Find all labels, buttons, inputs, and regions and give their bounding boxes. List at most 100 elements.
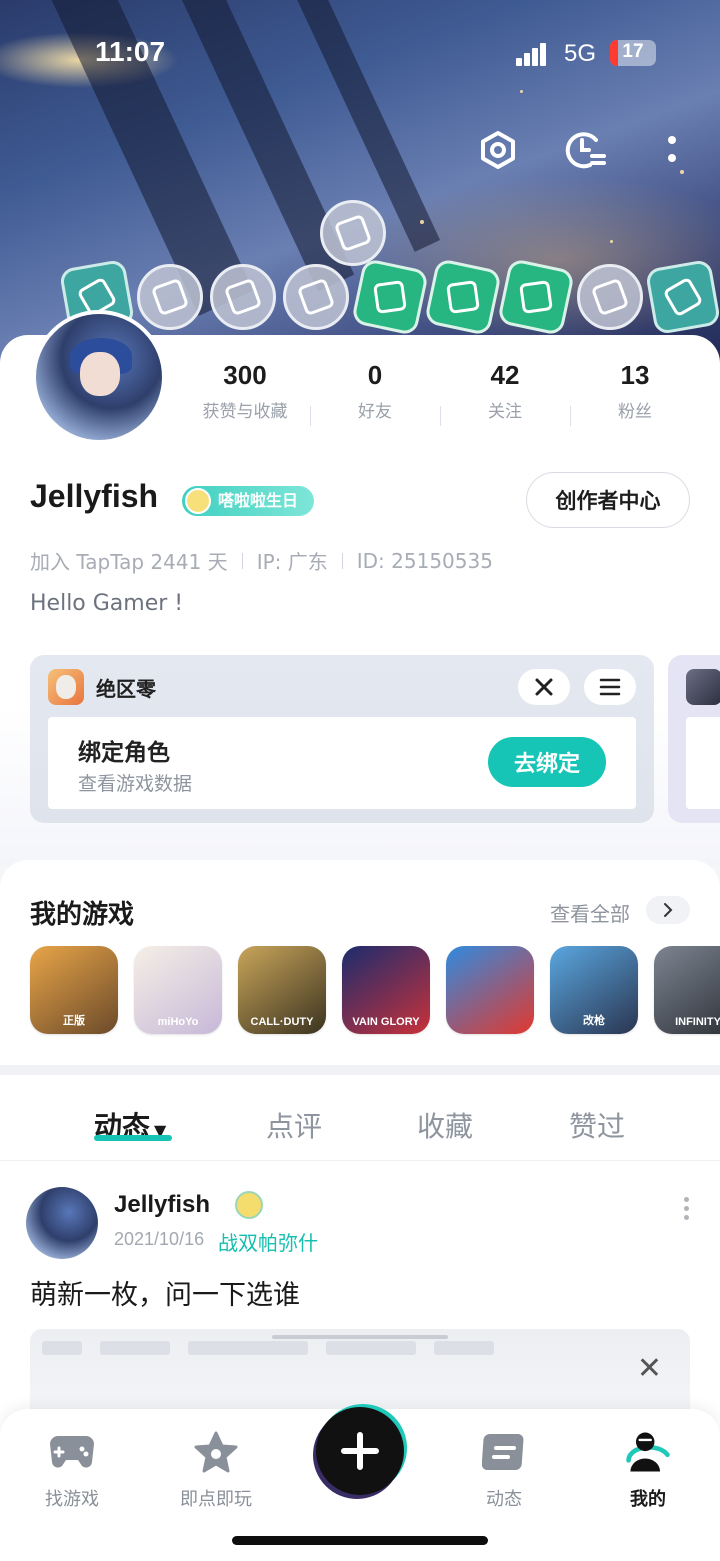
call-of-duty-game-icon[interactable]: CALL·DUTY (238, 946, 326, 1034)
create-post-button[interactable] (316, 1407, 404, 1495)
profile-name: Jellyfish (30, 478, 159, 514)
my-games-section: 我的游戏 查看全部 正版 miHoYo CALL·DUTY VAIN GLORY 改枪 I… (0, 860, 720, 1065)
tab-favorites[interactable]: 收藏 (417, 1105, 473, 1145)
badge-gray-1[interactable] (137, 264, 203, 330)
user-id[interactable]: ID: 25150535 (357, 549, 493, 573)
post-more-icon[interactable] (684, 1197, 692, 1221)
badge-green-1[interactable] (350, 257, 430, 337)
star-icon (191, 1427, 241, 1477)
status-bar: 11:07 5G 17 (0, 30, 720, 78)
battery-icon: 17 (610, 40, 656, 66)
stat-value: 13 (620, 360, 650, 390)
title-tag-icon (185, 488, 211, 514)
close-card-button[interactable] (518, 669, 570, 705)
bind-role-card: 绝区零 绑定角色 查看游戏数据 去绑定 (30, 655, 654, 823)
nav-feed[interactable]: 动态 (449, 1427, 559, 1511)
post-text: 萌新一枚，问一下选谁 (30, 1280, 300, 1311)
profile-tabs: 动态 ▼ 点评 收藏 赞过 (0, 1075, 720, 1161)
cover-decor (520, 90, 523, 93)
game-caption: 正版 (63, 1015, 85, 1027)
badge-gray-4[interactable] (577, 264, 643, 330)
game-caption: INFINITY (675, 1016, 720, 1028)
drag-handle (272, 1335, 448, 1339)
game-caption: VAIN GLORY (352, 1016, 420, 1028)
close-icon: ✕ (636, 1351, 662, 1386)
bind-subtitle: 查看游戏数据 (78, 773, 193, 795)
network-type: 5G (564, 40, 597, 67)
gamepad-icon (47, 1427, 97, 1477)
title-tag[interactable]: 嗒啦啦生日 (182, 486, 315, 516)
author-badge-icon (235, 1191, 263, 1219)
see-all-link[interactable]: 查看全部 (550, 898, 630, 927)
battery-level: 17 (622, 41, 644, 62)
badge-green-3[interactable] (496, 257, 576, 337)
creator-center-button[interactable]: 创作者中心 (526, 472, 690, 528)
crisis-game-icon[interactable]: INFINITY (654, 946, 720, 1034)
pubg-game-icon[interactable]: 正版 (30, 946, 118, 1034)
bind-game-name: 绝区零 (96, 677, 156, 701)
bind-role-panel: 绑定角色 查看游戏数据 去绑定 (48, 717, 636, 809)
genshin-game-icon[interactable]: miHoYo (134, 946, 222, 1034)
bind-title: 绑定角色 (78, 740, 170, 766)
clash-royale-game-icon[interactable] (446, 946, 534, 1034)
stat-label: 获赞与收藏 (202, 402, 288, 422)
tab-indicator (94, 1135, 172, 1141)
more-vertical-icon[interactable] (650, 128, 694, 172)
stat-followers[interactable]: 13 粉丝 (570, 360, 700, 440)
menu-icon (599, 678, 621, 696)
badge-teal-2[interactable] (644, 258, 720, 336)
nav-find-games[interactable]: 找游戏 (17, 1427, 127, 1511)
chevron-right-icon[interactable] (646, 896, 690, 924)
ip-location: IP: 广东 (256, 550, 328, 574)
games-list: 正版 miHoYo CALL·DUTY VAIN GLORY 改枪 INFINITY (30, 946, 720, 1034)
next-bind-card[interactable] (668, 655, 720, 823)
joined-days: 加入 TapTap 2441 天 (30, 550, 228, 574)
stat-value: 300 (223, 360, 267, 390)
stat-label: 粉丝 (618, 402, 652, 422)
stat-value: 0 (367, 360, 383, 390)
avatar[interactable] (32, 310, 166, 444)
post-game-link[interactable]: 战双帕弥什 (218, 1227, 318, 1256)
post-author-name[interactable]: Jellyfish (114, 1191, 210, 1219)
stat-label: 好友 (358, 402, 392, 422)
game-caption: CALL·DUTY (250, 1016, 314, 1028)
section-divider (0, 1065, 720, 1075)
stat-friends[interactable]: 0 好友 (310, 360, 440, 440)
stat-label: 关注 (488, 402, 522, 422)
tab-liked[interactable]: 赞过 (569, 1105, 625, 1145)
profile-meta: 加入 TapTap 2441 天 IP: 广东 ID: 25150535 (30, 546, 493, 575)
stat-value: 42 (490, 360, 520, 390)
game-caption: 改枪 (583, 1015, 605, 1027)
badge-gray-top[interactable] (320, 200, 386, 266)
post-date: 2021/10/16 (114, 1229, 205, 1249)
badge-gray-2[interactable] (210, 264, 276, 330)
stat-following[interactable]: 42 关注 (440, 360, 570, 440)
card-menu-button[interactable] (584, 669, 636, 705)
nav-profile[interactable]: 我的 (593, 1427, 703, 1511)
nav-instant-play[interactable]: 即点即玩 (161, 1427, 271, 1511)
feed-icon (479, 1427, 529, 1477)
signal-icon (516, 42, 552, 66)
nav-label: 找游戏 (45, 1489, 99, 1510)
cf-game-icon[interactable]: 改枪 (550, 946, 638, 1034)
profile-bio: Hello Gamer ! (30, 591, 184, 616)
stat-likes[interactable]: 300 获赞与收藏 (180, 360, 310, 440)
post-author-avatar[interactable] (26, 1187, 98, 1259)
my-games-title: 我的游戏 (30, 900, 135, 930)
bind-button[interactable]: 去绑定 (488, 737, 606, 787)
close-icon (535, 678, 553, 696)
history-clock-icon[interactable] (562, 128, 606, 172)
settings-hex-icon[interactable] (476, 128, 520, 172)
meta-divider (241, 552, 243, 569)
plus-icon (341, 1432, 379, 1470)
game-icon-zzz (48, 669, 84, 705)
profile-stats: 300 获赞与收藏 0 好友 42 关注 13 粉丝 (180, 360, 700, 440)
title-tag-label: 嗒啦啦生日 (218, 491, 299, 510)
nav-label: 即点即玩 (180, 1489, 252, 1510)
tab-reviews[interactable]: 点评 (266, 1105, 322, 1145)
badge-green-2[interactable] (423, 257, 503, 337)
meta-divider (341, 552, 343, 569)
vainglory-game-icon[interactable]: VAIN GLORY (342, 946, 430, 1034)
game-caption: miHoYo (157, 1016, 199, 1028)
badge-gray-3[interactable] (283, 264, 349, 330)
